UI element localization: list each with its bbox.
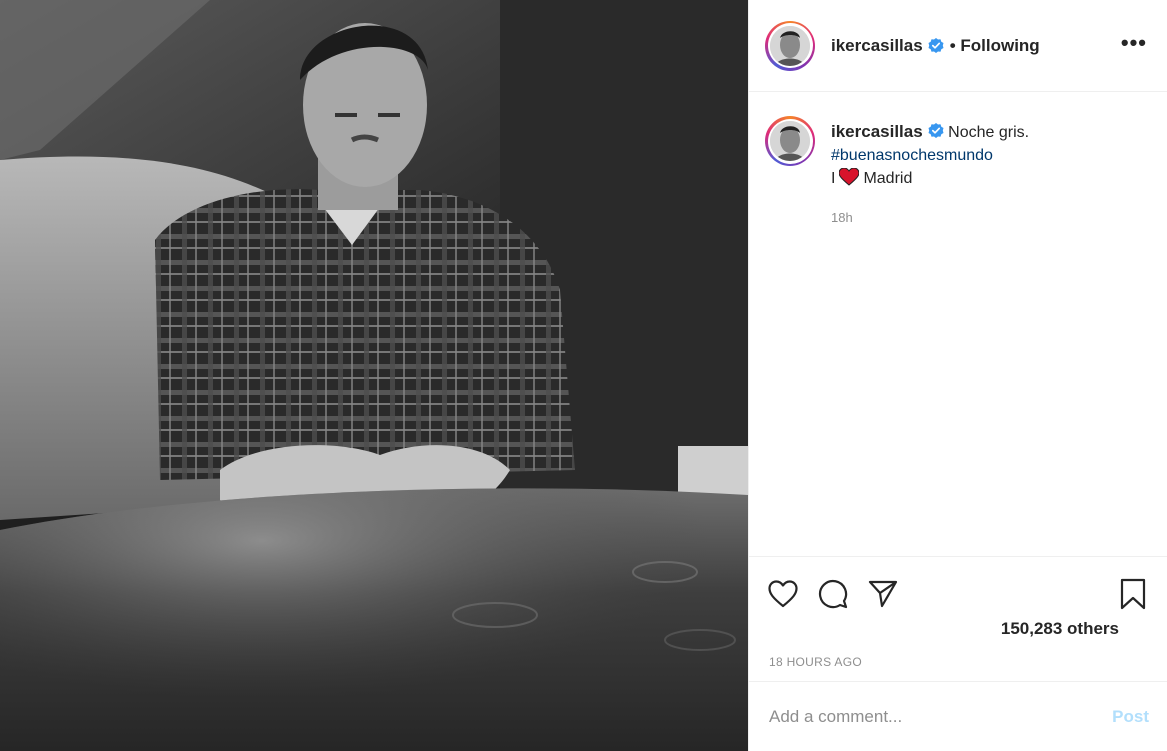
- comment-button[interactable]: [817, 578, 849, 610]
- caption-body: ikercasillas Noche gris. #buenasnochesmu…: [831, 120, 1029, 229]
- post-timestamp[interactable]: 18 HOURS AGO: [749, 655, 1167, 669]
- comment-icon: [819, 580, 848, 609]
- likes-count[interactable]: 150,283 others: [749, 619, 1167, 639]
- paper-plane-icon: [868, 580, 898, 608]
- story-ring[interactable]: [765, 20, 815, 71]
- caption-line3-prefix: I: [831, 170, 836, 187]
- following-button[interactable]: • Following: [950, 36, 1040, 56]
- heart-icon: [768, 580, 798, 608]
- caption-line3-suffix: Madrid: [863, 170, 913, 187]
- post-header: ikercasillas • Following •••: [749, 0, 1167, 92]
- share-button[interactable]: [867, 578, 899, 610]
- caption-avatar-image: [770, 121, 810, 161]
- caption: ikercasillas Noche gris. #buenasnochesmu…: [765, 116, 1151, 229]
- bookmark-icon: [1120, 578, 1146, 610]
- caption-story-ring[interactable]: [765, 116, 815, 166]
- post-image[interactable]: [0, 0, 748, 751]
- caption-username[interactable]: ikercasillas: [831, 122, 923, 141]
- caption-verified-badge-icon: [928, 123, 944, 138]
- comment-form: Post: [749, 681, 1167, 751]
- actions-area: 150,283 others 18 HOURS AGO: [749, 556, 1167, 669]
- post-comment-button[interactable]: Post: [1102, 707, 1159, 727]
- avatar-image: [770, 25, 810, 66]
- caption-avatar[interactable]: [770, 121, 810, 161]
- verified-badge-icon: [928, 37, 944, 53]
- header-username[interactable]: ikercasillas: [831, 36, 923, 56]
- save-button[interactable]: [1117, 578, 1149, 610]
- caption-time[interactable]: 18h: [831, 206, 1029, 229]
- comment-input[interactable]: [769, 706, 1103, 727]
- more-options-icon[interactable]: •••: [1117, 28, 1151, 64]
- red-heart-icon: [839, 168, 860, 186]
- avatar[interactable]: [770, 25, 810, 66]
- comments-section: ikercasillas Noche gris. #buenasnochesmu…: [749, 92, 1167, 556]
- post-sidebar: ikercasillas • Following ••• ikercasilla…: [748, 0, 1167, 751]
- post-photo-graphic: [0, 0, 748, 751]
- caption-hashtag[interactable]: #buenasnochesmundo: [831, 147, 993, 164]
- caption-text: Noche gris.: [948, 124, 1030, 141]
- like-button[interactable]: [767, 578, 799, 610]
- action-bar: [749, 557, 1167, 617]
